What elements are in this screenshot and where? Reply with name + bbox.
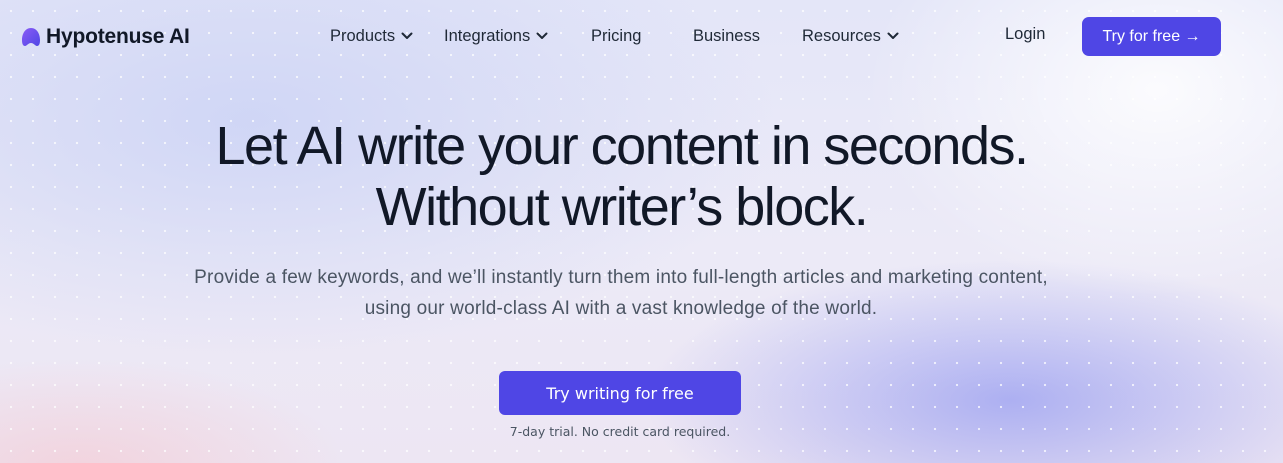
nav-item-business[interactable]: Business [693,25,760,47]
nav-item-label: Products [330,26,396,45]
nav-item-products[interactable]: Products [330,25,413,47]
nav-item-resources[interactable]: Resources [802,25,899,47]
hero-subtitle: Provide a few keywords, and we’ll instan… [194,267,1048,319]
top-navigation: Hypotenuse AI Products Integrations Pric… [0,0,1283,72]
brand-name: Hypotenuse AI [46,25,190,48]
nav-item-label: Integrations [444,26,531,45]
chevron-down-icon [887,32,899,39]
nav-item-label: Resources [802,26,881,45]
chevron-down-icon [401,32,413,39]
headline-line-1: Let AI write your content in seconds. [215,116,1029,176]
nav-item-pricing[interactable]: Pricing [591,25,641,47]
nav-item-label: Business [693,26,760,45]
try-writing-for-free-button[interactable]: Try writing for free [499,371,741,415]
headline-line-2: Without writer’s block. [375,177,869,237]
nav-item-label: Pricing [591,26,642,45]
hero-headline: Let AI write your content in seconds. Wi… [0,116,1243,238]
try-for-free-button[interactable]: Try for free → [1082,17,1221,56]
login-link[interactable]: Login [1005,25,1045,44]
nav-item-integrations[interactable]: Integrations [444,25,548,47]
brand-logo[interactable]: Hypotenuse AI [20,24,190,50]
trial-note: 7-day trial. No credit card required. [509,424,731,439]
logo-mark-icon [22,28,40,46]
chevron-down-icon [536,32,548,39]
